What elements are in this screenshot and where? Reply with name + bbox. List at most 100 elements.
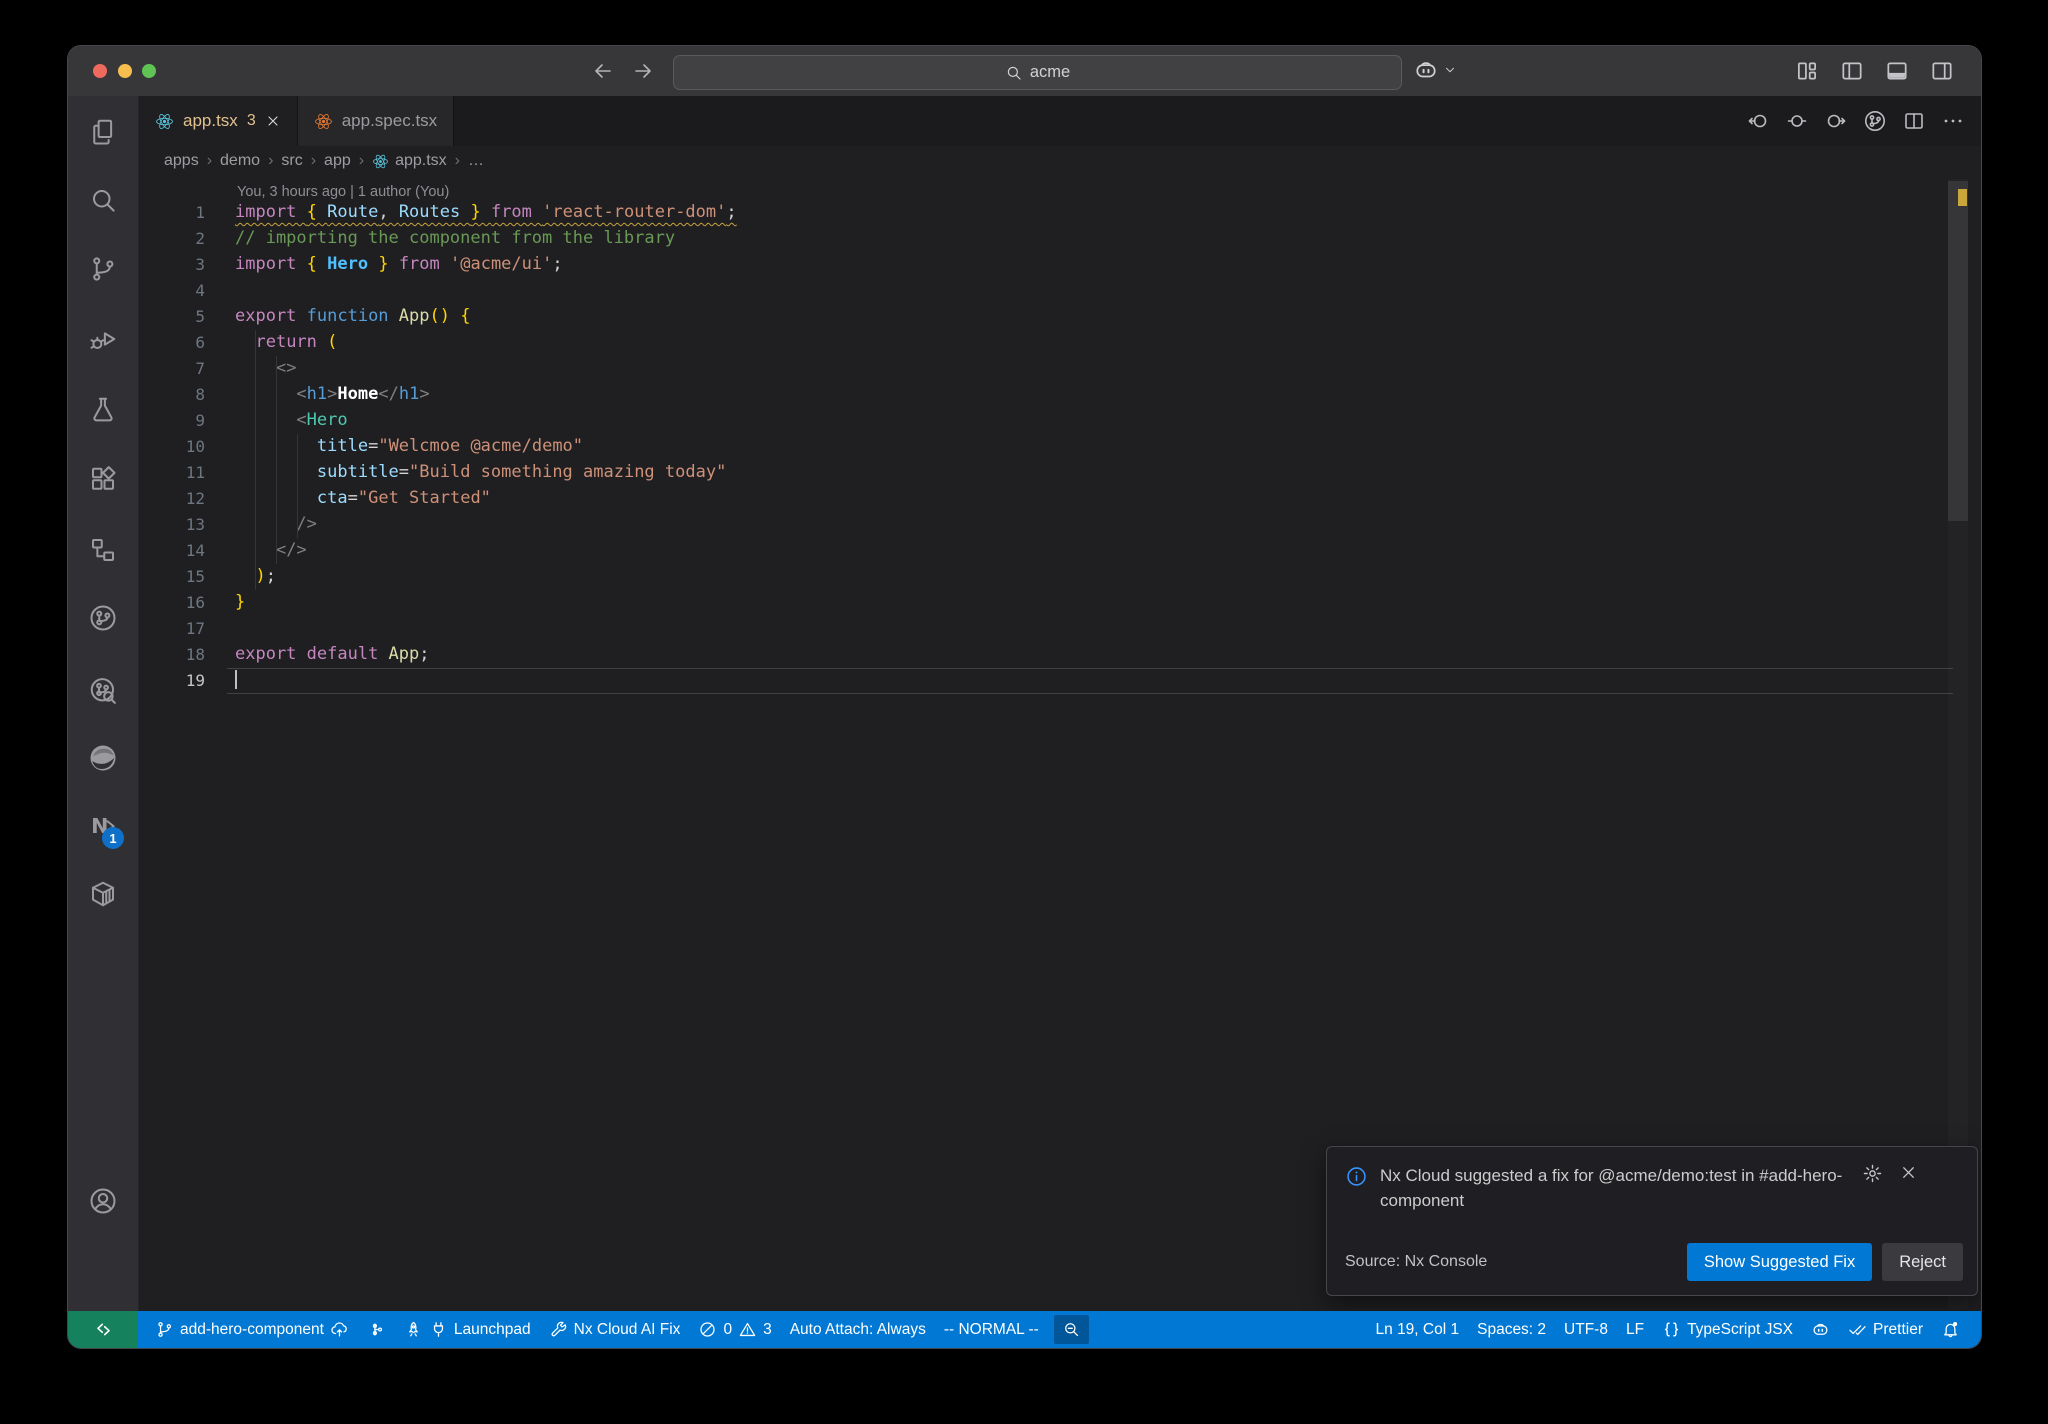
activity-extensions-icon[interactable]: [88, 464, 118, 494]
notification-settings-gear-icon[interactable]: [1862, 1163, 1883, 1184]
status-eol[interactable]: LF: [1617, 1311, 1653, 1348]
status-zoom[interactable]: [1053, 1315, 1089, 1344]
status-encoding[interactable]: UTF-8: [1555, 1311, 1617, 1348]
code-line-19: 19: [139, 668, 1981, 694]
activity-settings-icon[interactable]: [88, 1253, 118, 1283]
tab-app.spec.tsx[interactable]: app.spec.tsx: [297, 96, 455, 146]
nx-console-badge: 1: [102, 827, 124, 849]
code-line-17: 17: [139, 616, 1981, 642]
copilot-icon: [1413, 57, 1439, 83]
copilot-menu-button[interactable]: [1413, 57, 1457, 83]
warning-icon: [738, 1320, 757, 1339]
close-window-button[interactable]: [93, 64, 107, 78]
command-center-search[interactable]: acme: [673, 55, 1402, 90]
breadcrumb-item-demo[interactable]: demo: [220, 152, 260, 170]
nav-forward-icon[interactable]: [1824, 109, 1848, 133]
status-language-mode[interactable]: TypeScript JSX: [1653, 1311, 1802, 1348]
code-line-2: 2 // importing the component from the lib…: [139, 226, 1981, 252]
code-line-7: 7 <>: [139, 356, 1981, 382]
tab-app.tsx[interactable]: app.tsx 3: [139, 96, 298, 146]
line-number: 15: [185, 567, 205, 586]
tab-dirty-count: 3: [246, 112, 256, 129]
code-line-5: 5 export function App() {: [139, 304, 1981, 330]
code-line-4: 4: [139, 278, 1981, 304]
activity-edge-browser-icon[interactable]: [88, 743, 118, 773]
status-label: Auto Attach: Always: [789, 1320, 926, 1338]
nav-dot-icon[interactable]: [1785, 109, 1809, 133]
code-line-1: 1 import { Route, Routes } from 'react-ro…: [139, 200, 1981, 226]
code-editor[interactable]: 1 import { Route, Routes } from 'react-ro…: [139, 200, 1981, 694]
activity-git-graph-icon[interactable]: [88, 603, 118, 633]
status-label: 0: [723, 1320, 733, 1338]
code-line-8: 8 <h1>Home</h1>: [139, 382, 1981, 408]
activity-testing-icon[interactable]: [88, 395, 118, 425]
show-suggested-fix-button[interactable]: Show Suggested Fix: [1686, 1243, 1873, 1281]
breadcrumb-item-app.tsx[interactable]: app.tsx: [372, 152, 447, 170]
breadcrumb-item-…[interactable]: …: [468, 152, 484, 170]
line-content: [227, 278, 1953, 304]
toggle-primary-sidebar-button[interactable]: [1839, 58, 1865, 84]
status-indentation[interactable]: Spaces: 2: [1468, 1311, 1555, 1348]
history-forward-button[interactable]: [631, 59, 655, 83]
status-formatter[interactable]: Prettier: [1839, 1311, 1932, 1348]
activity-search-icon[interactable]: [88, 185, 118, 215]
braces-icon: [1662, 1320, 1681, 1339]
editor-scrollbar[interactable]: [1948, 179, 1968, 1309]
line-number: 1: [195, 203, 205, 222]
code-line-13: 13 />: [139, 512, 1981, 538]
line-number: 16: [185, 593, 205, 612]
zoom-window-button[interactable]: [142, 64, 156, 78]
line-number: 3: [195, 255, 205, 274]
layout-controls: [1794, 58, 1955, 84]
line-number: 12: [185, 489, 205, 508]
toggle-panel-button[interactable]: [1884, 58, 1910, 84]
line-content: subtitle="Build something amazing today": [316, 462, 727, 482]
split-editor-icon[interactable]: [1902, 109, 1926, 133]
zoom-out-icon: [1062, 1320, 1081, 1339]
activity-account-icon[interactable]: [88, 1186, 118, 1216]
status-problems[interactable]: 03: [689, 1311, 780, 1348]
status-nx-cloud-ai-fix[interactable]: Nx Cloud AI Fix: [540, 1311, 690, 1348]
breadcrumb-separator: ›: [310, 152, 317, 169]
line-content: import { Route, Routes } from 'react-rou…: [235, 202, 737, 222]
status-remote-indicator[interactable]: [68, 1311, 138, 1348]
nav-back-icon[interactable]: [1746, 109, 1770, 133]
activity-explorer-icon[interactable]: [88, 117, 118, 147]
status-copilot-status[interactable]: [1802, 1311, 1839, 1348]
notification-close-icon[interactable]: [1899, 1163, 1918, 1182]
activity-containers-icon[interactable]: [88, 879, 118, 909]
breadcrumb-item-app[interactable]: app: [324, 152, 351, 170]
minimize-window-button[interactable]: [118, 64, 132, 78]
line-content: export default App;: [235, 644, 430, 664]
remote-icon: [94, 1320, 113, 1339]
status-launchpad[interactable]: Launchpad: [395, 1311, 540, 1348]
reject-button[interactable]: Reject: [1882, 1243, 1963, 1281]
status-notifications-bell[interactable]: [1932, 1311, 1969, 1348]
activity-source-control-icon[interactable]: [88, 254, 118, 284]
toggle-secondary-sidebar-button[interactable]: [1929, 58, 1955, 84]
breadcrumb-item-src[interactable]: src: [281, 152, 302, 170]
status-git-branch[interactable]: add-hero-component: [146, 1311, 358, 1348]
main-area: N1 app.tsx 3 app.spec.tsx apps › demo › src › ap…: [68, 96, 1981, 1311]
more-actions-icon[interactable]: [1941, 109, 1965, 133]
git-blame-codelens[interactable]: You, 3 hours ago | 1 author (You): [139, 176, 1981, 200]
activity-type-hierarchy-icon[interactable]: [88, 535, 118, 565]
git-graph-icon[interactable]: [1863, 109, 1887, 133]
history-back-button[interactable]: [591, 59, 615, 83]
status-bar: add-hero-component Launchpad Nx Cloud AI F…: [68, 1311, 1981, 1348]
scrollbar-thumb[interactable]: [1948, 181, 1968, 521]
status-label: TypeScript JSX: [1687, 1320, 1794, 1338]
wrench-icon: [549, 1320, 568, 1339]
notification-toast: Nx Cloud suggested a fix for @acme/demo:…: [1326, 1146, 1978, 1296]
status-cursor-position[interactable]: Ln 19, Col 1: [1367, 1311, 1469, 1348]
breadcrumb-item-apps[interactable]: apps: [164, 152, 199, 170]
status-vim-mode[interactable]: -- NORMAL --: [935, 1311, 1048, 1348]
code-line-9: 9 <Hero: [139, 408, 1981, 434]
status-commit-graph[interactable]: [358, 1311, 395, 1348]
activity-run-and-debug-icon[interactable]: [88, 324, 118, 354]
activity-gitlens-icon[interactable]: [88, 676, 118, 706]
tab-close-icon[interactable]: [265, 113, 281, 129]
status-auto-attach[interactable]: Auto Attach: Always: [781, 1311, 935, 1348]
customize-layout-button[interactable]: [1794, 58, 1820, 84]
tab-label: app.spec.tsx: [341, 111, 438, 130]
